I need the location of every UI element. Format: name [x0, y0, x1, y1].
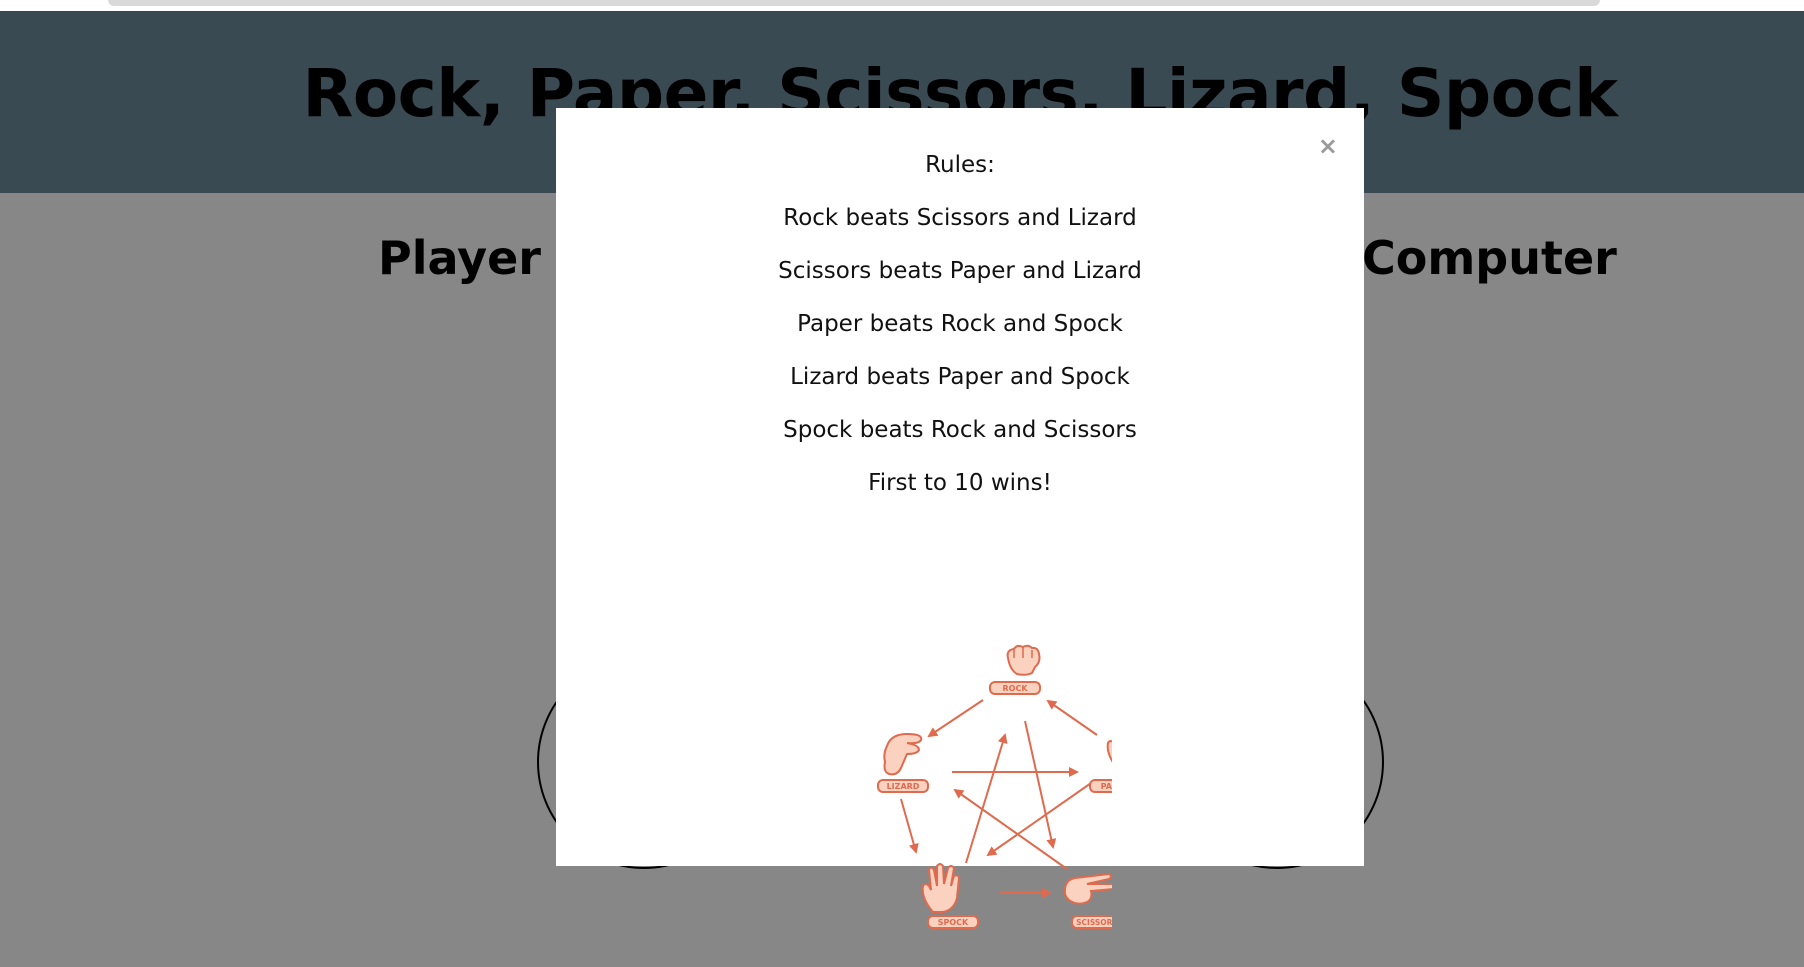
rule-scissors: Scissors beats Paper and Lizard	[778, 258, 1142, 284]
player-heading: Player	[378, 231, 541, 285]
diagram-arrows	[900, 699, 1098, 898]
rule-win-condition: First to 10 wins!	[868, 470, 1052, 496]
diagram-label-spock: SPOCK	[938, 918, 969, 927]
rule-spock: Spock beats Rock and Scissors	[783, 417, 1137, 443]
computer-heading: Computer	[1362, 231, 1617, 285]
diagram-label-scissors: SCISSORS	[1076, 918, 1112, 927]
rock-icon	[1006, 644, 1041, 676]
diagram-label-paper: PAPER	[1101, 782, 1112, 791]
diagram-label-lizard: LIZARD	[887, 782, 920, 791]
browser-top-strip	[0, 0, 1804, 11]
rules-heading: Rules:	[925, 152, 995, 178]
horizontal-scrollbar[interactable]	[108, 0, 1600, 6]
rules-diagram: ROCK PAPER SCISSORS SPOCK LIZARD	[877, 644, 1112, 929]
spock-icon	[921, 863, 961, 913]
rule-rock: Rock beats Scissors and Lizard	[783, 205, 1137, 231]
rules-list: Rules: Rock beats Scissors and Lizard Sc…	[556, 150, 1364, 521]
paper-icon	[1106, 740, 1112, 763]
scissors-icon	[1063, 872, 1112, 905]
lizard-icon	[883, 732, 923, 776]
rules-modal: × Rules: Rock beats Scissors and Lizard …	[556, 108, 1364, 929]
rule-lizard: Lizard beats Paper and Spock	[790, 364, 1130, 390]
rule-paper: Paper beats Rock and Spock	[797, 311, 1123, 337]
diagram-label-rock: ROCK	[1002, 684, 1028, 693]
